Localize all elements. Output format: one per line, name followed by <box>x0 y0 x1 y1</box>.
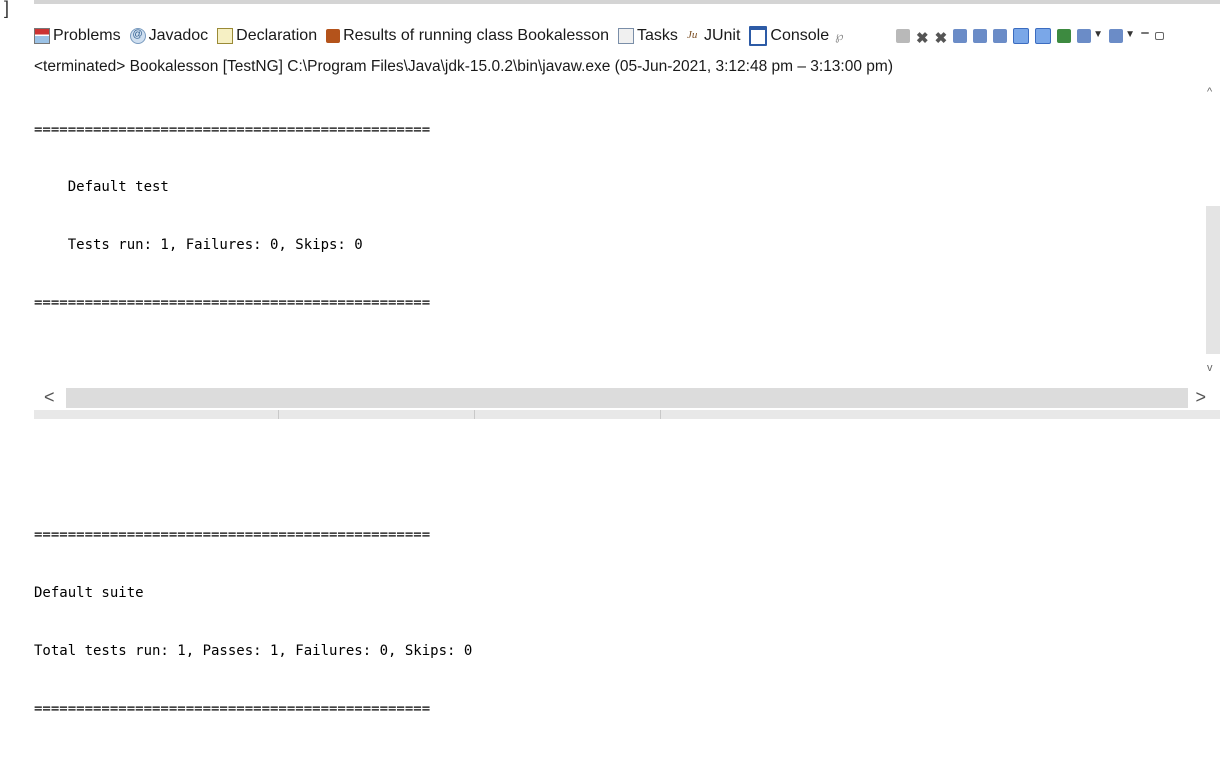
maximize-icon[interactable] <box>1154 32 1164 40</box>
chevron-down-icon[interactable]: ▼ <box>1093 29 1103 43</box>
vertical-scrollbar[interactable]: ^ v <box>1206 82 1220 386</box>
tab-junit[interactable]: Ju JUnit <box>687 27 740 45</box>
console-line: Default suite <box>34 584 144 601</box>
minimize-icon[interactable] <box>1140 32 1149 34</box>
junit-icon: Ju <box>686 29 698 41</box>
console-icon <box>749 26 768 46</box>
console-line: ========================================… <box>34 295 431 312</box>
word-wrap-icon[interactable] <box>973 29 988 43</box>
remove-all-terminated-icon[interactable]: ✖ <box>935 29 948 47</box>
console-line: Total tests run: 1, Passes: 1, Failures:… <box>34 642 473 659</box>
tab-label: Declaration <box>236 27 318 44</box>
divider <box>278 410 279 419</box>
javadoc-icon: @ <box>129 28 146 44</box>
process-status: <terminated> Bookalesson [TestNG] C:\Pro… <box>34 58 893 75</box>
scroll-right-icon[interactable]: > <box>1195 387 1206 408</box>
bracket-glyph: ] <box>4 0 10 18</box>
divider <box>660 410 661 419</box>
tab-label: Tasks <box>637 27 678 44</box>
testng-results-icon <box>326 29 341 43</box>
view-top-border <box>34 0 1220 4</box>
tab-label: Console <box>770 27 830 44</box>
tab-tasks[interactable]: Tasks <box>618 27 678 45</box>
tab-javadoc[interactable]: @ Javadoc <box>129 27 209 45</box>
close-tab-icon[interactable]: ℘ <box>835 29 843 43</box>
view-menu-icon[interactable] <box>1109 29 1124 43</box>
console-line: ========================================… <box>34 526 431 543</box>
declaration-icon <box>217 28 234 44</box>
chevron-down-icon[interactable]: ▼ <box>1125 29 1135 43</box>
tab-label: Javadoc <box>148 27 209 44</box>
console-line: ========================================… <box>34 700 431 717</box>
tab-label: JUnit <box>703 27 741 44</box>
console-view: Problems @ Javadoc Declaration Results o… <box>34 0 1220 717</box>
console-line: ========================================… <box>34 121 431 138</box>
scroll-down-icon[interactable]: v <box>1207 362 1213 374</box>
console-line: Tests run: 1, Failures: 0, Skips: 0 <box>34 237 363 254</box>
show-stderr-icon[interactable] <box>1013 28 1030 44</box>
horizontal-scrollbar[interactable]: < > <box>34 386 1220 410</box>
scroll-lock-icon[interactable] <box>953 29 968 43</box>
display-selected-console-icon[interactable] <box>1057 29 1072 43</box>
tab-console[interactable]: Console ℘ <box>749 26 843 46</box>
left-edge: ] <box>0 0 34 419</box>
tab-results[interactable]: Results of running class Bookalesson <box>326 27 609 45</box>
tab-problems[interactable]: Problems <box>34 27 121 45</box>
status-bar-edge <box>34 410 1220 419</box>
problems-icon <box>34 28 50 44</box>
console-line: Default test <box>34 179 169 196</box>
scroll-up-icon[interactable]: ^ <box>1207 86 1212 98</box>
tab-declaration[interactable]: Declaration <box>217 27 317 45</box>
tab-label: Results of running class Bookalesson <box>343 27 610 44</box>
remove-launch-icon[interactable]: ✖ <box>916 29 929 47</box>
scroll-left-icon[interactable]: < <box>44 387 55 408</box>
console-output[interactable]: ========================================… <box>34 82 1206 717</box>
horizontal-scroll-thumb[interactable] <box>66 388 1188 408</box>
terminate-icon[interactable] <box>896 29 910 43</box>
console-toolbar: ✖ ✖ ▼ ▼ <box>896 24 1170 48</box>
pin-console-icon[interactable] <box>1035 28 1052 44</box>
vertical-scroll-thumb[interactable] <box>1206 206 1220 354</box>
tasks-icon <box>618 28 635 44</box>
open-console-icon[interactable] <box>1077 29 1092 43</box>
tab-label: Problems <box>53 27 121 44</box>
show-stdout-icon[interactable] <box>993 29 1008 43</box>
divider <box>474 410 475 419</box>
